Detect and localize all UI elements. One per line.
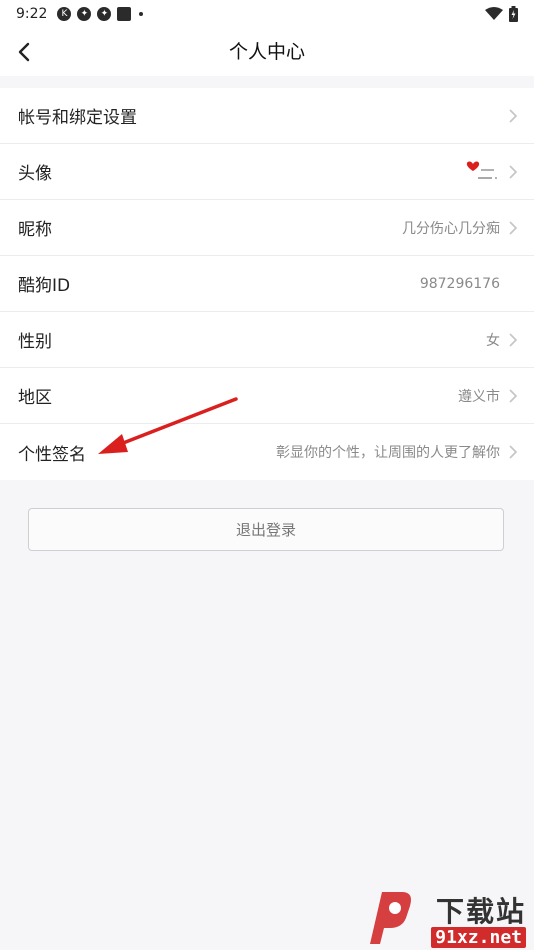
region-value: 遵义市 xyxy=(458,388,500,405)
avatar[interactable] xyxy=(466,158,500,186)
battery-icon xyxy=(509,6,518,22)
chevron-right-icon xyxy=(509,220,518,235)
watermark-text: 下载站 xyxy=(435,895,526,928)
row-nickname[interactable]: 昵称 几分伤心几分痴 xyxy=(0,200,534,256)
row-label: 头像 xyxy=(18,164,52,184)
chevron-right-icon xyxy=(509,332,518,347)
site-watermark: 下载站 91xz.net xyxy=(362,888,532,950)
app-notification-icon xyxy=(117,7,132,21)
row-label: 酷狗ID xyxy=(18,276,71,296)
more-notifications-dot-icon xyxy=(139,12,144,16)
row-label: 性别 xyxy=(18,332,52,352)
chevron-right-icon xyxy=(509,108,518,123)
gender-value: 女 xyxy=(486,332,500,349)
row-label: 个性签名 xyxy=(18,444,86,465)
wifi-icon xyxy=(485,7,503,20)
nickname-value: 几分伤心几分痴 xyxy=(402,220,500,237)
row-label: 昵称 xyxy=(18,220,52,240)
top-navigation-bar: 个人中心 xyxy=(0,28,534,76)
logout-button[interactable]: 退出登录 xyxy=(28,508,504,551)
row-label: 地区 xyxy=(18,388,52,408)
row-gender[interactable]: 性别 女 xyxy=(0,312,534,368)
aperture-notification-icon-2: ✦ xyxy=(97,7,112,21)
row-region[interactable]: 地区 遵义市 xyxy=(0,368,534,424)
profile-settings-list: 帐号和绑定设置 头像 昵称 几分伤心几分痴 酷狗ID 987296176 性别 … xyxy=(0,88,534,480)
chevron-right-icon xyxy=(509,388,518,403)
aperture-notification-icon: ✦ xyxy=(77,7,92,21)
kugou-id-value: 987296176 xyxy=(419,275,500,292)
watermark-url: 91xz.net xyxy=(431,927,526,948)
signature-value: 彰显你的个性，让周围的人更了解你 xyxy=(276,445,500,461)
k-notification-icon: K xyxy=(57,7,72,21)
row-label: 帐号和绑定设置 xyxy=(18,108,137,128)
status-notification-icons: K ✦ ✦ xyxy=(57,7,144,21)
row-signature[interactable]: 个性签名 彰显你的个性，让周围的人更了解你 xyxy=(0,424,534,480)
status-time: 9:22 xyxy=(16,6,48,22)
status-right-icons xyxy=(485,6,518,22)
row-avatar[interactable]: 头像 xyxy=(0,144,534,200)
chevron-right-icon xyxy=(509,164,518,179)
row-account-binding[interactable]: 帐号和绑定设置 xyxy=(0,88,534,144)
chevron-right-icon xyxy=(509,445,518,459)
row-kugou-id: 酷狗ID 987296176 xyxy=(0,256,534,312)
watermark-logo-icon xyxy=(370,892,411,944)
status-bar: 9:22 K ✦ ✦ xyxy=(0,0,534,28)
page-title: 个人中心 xyxy=(228,41,305,63)
